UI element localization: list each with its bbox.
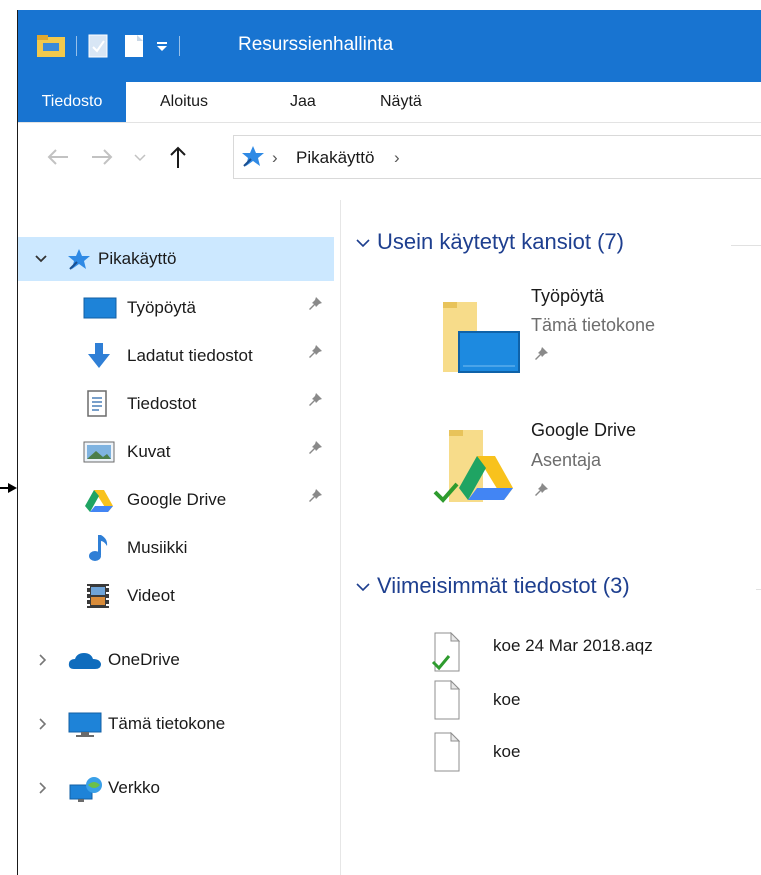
address-bar[interactable]: › Pikakäyttö › [233, 135, 761, 179]
music-icon [89, 535, 108, 561]
group-divider [731, 245, 761, 246]
tab-view[interactable]: Näytä [380, 82, 422, 122]
breadcrumb-separator[interactable]: › [394, 148, 400, 168]
sidebar-item-google-drive[interactable]: Google Drive [18, 478, 334, 522]
group-header-recent-files[interactable]: Viimeisimmät tiedostot (3) [355, 573, 630, 599]
title-bar: Resurssienhallinta [18, 10, 761, 82]
sidebar-item-videos[interactable]: Videot [18, 574, 334, 618]
chevron-down-icon[interactable] [34, 254, 48, 264]
sidebar-item-documents[interactable]: Tiedostot [18, 382, 334, 426]
nav-item-quick-access[interactable]: Pikakäyttö [18, 237, 334, 281]
folder-tile-google-drive[interactable]: Google Drive Asentaja [421, 416, 751, 516]
nav-label: Google Drive [127, 490, 227, 509]
group-divider [756, 589, 761, 590]
customize-toolbar-dropdown-icon[interactable] [155, 39, 169, 53]
file-name: koe [493, 690, 521, 709]
group-header-frequent-folders[interactable]: Usein käytetyt kansiot (7) [355, 229, 624, 255]
top-gap [0, 0, 761, 10]
tab-share[interactable]: Jaa [290, 82, 316, 122]
sidebar-item-desktop[interactable]: Työpöytä [18, 286, 334, 330]
sidebar-item-downloads[interactable]: Ladatut tiedostot [18, 334, 334, 378]
folder-name: Google Drive [531, 420, 637, 440]
nav-label: Kuvat [127, 442, 171, 461]
explorer-window: Resurssienhallinta Tiedosto Aloitus Jaa … [17, 10, 761, 875]
pictures-icon [83, 441, 115, 463]
back-arrow-icon[interactable] [46, 147, 70, 167]
toolbar-separator [179, 36, 180, 56]
pin-icon[interactable] [307, 488, 323, 504]
window-title: Resurssienhallinta [238, 34, 394, 55]
folder-tile-desktop[interactable]: Työpöytä Tämä tietokone [421, 286, 751, 386]
file-name: koe 24 Mar 2018.aqz [493, 636, 653, 655]
desktop-icon [83, 297, 117, 319]
nav-item-onedrive[interactable]: OneDrive [18, 638, 334, 682]
quick-access-toolbar [36, 32, 190, 60]
quick-access-star-icon [68, 249, 90, 270]
nav-label: Ladatut tiedostot [127, 346, 253, 365]
properties-icon[interactable] [87, 33, 109, 59]
nav-label: Videot [127, 586, 175, 605]
documents-icon [87, 390, 107, 417]
google-drive-icon [85, 490, 113, 512]
folder-app-icon [37, 35, 65, 57]
file-icon [434, 680, 461, 720]
chevron-right-icon[interactable] [38, 781, 48, 795]
nav-label: Tämä tietokone [108, 714, 226, 733]
chevron-down-icon[interactable] [355, 237, 371, 249]
chevron-right-icon[interactable] [38, 717, 48, 731]
pin-icon[interactable] [533, 346, 549, 362]
new-folder-icon[interactable] [123, 33, 145, 59]
file-row[interactable]: koe [421, 728, 751, 778]
folder-name: Työpöytä [531, 286, 605, 306]
videos-icon [87, 584, 109, 608]
folder-location: Tämä tietokone [531, 315, 656, 335]
pin-icon[interactable] [307, 440, 323, 456]
toolbar-separator [76, 36, 77, 56]
sidebar-item-pictures[interactable]: Kuvat [18, 430, 334, 474]
tab-file[interactable]: Tiedosto [18, 82, 126, 122]
breadcrumb-pikakaytto[interactable]: Pikakäyttö [296, 148, 374, 168]
this-pc-icon [68, 712, 102, 737]
google-drive-folder-icon [433, 430, 513, 503]
download-icon [88, 343, 110, 368]
pin-icon[interactable] [307, 344, 323, 360]
desktop-folder-icon [443, 302, 520, 373]
nav-label: Tiedostot [127, 394, 197, 413]
group-title: Viimeisimmät tiedostot (3) [377, 573, 630, 598]
quick-access-star-icon [242, 146, 264, 167]
file-icon [431, 632, 461, 672]
nav-item-this-pc[interactable]: Tämä tietokone [18, 702, 334, 746]
recent-locations-chevron-icon[interactable] [134, 153, 146, 163]
chevron-right-icon[interactable] [38, 653, 48, 667]
pin-icon[interactable] [307, 296, 323, 312]
nav-item-network[interactable]: Verkko [18, 766, 334, 810]
file-row[interactable]: koe 24 Mar 2018.aqz [421, 626, 751, 676]
nav-label: Työpöytä [127, 298, 196, 317]
breadcrumb-separator[interactable]: › [272, 148, 278, 168]
pointer-arrow-icon [0, 483, 17, 493]
nav-label: OneDrive [108, 650, 180, 669]
pin-icon[interactable] [533, 482, 549, 498]
nav-label: Musiikki [127, 538, 188, 557]
file-icon [434, 732, 461, 772]
onedrive-icon [68, 653, 101, 669]
up-arrow-icon[interactable] [168, 145, 188, 169]
chevron-down-icon[interactable] [355, 581, 371, 593]
content-area: Usein käytetyt kansiot (7) Työpöytä Tämä… [341, 191, 761, 875]
file-name: koe [493, 742, 521, 761]
network-icon [69, 777, 102, 802]
pin-icon[interactable] [307, 392, 323, 408]
file-row[interactable]: koe [421, 676, 751, 726]
address-row: › Pikakäyttö › [18, 123, 761, 191]
group-title: Usein käytetyt kansiot (7) [377, 229, 624, 254]
nav-label: Verkko [108, 778, 160, 797]
sidebar-item-music[interactable]: Musiikki [18, 526, 334, 570]
folder-location: Asentaja [531, 450, 602, 470]
navigation-pane: Pikakäyttö Työpöytä Ladatut tiedostot Ti… [18, 191, 341, 875]
ribbon-tabs: Tiedosto Aloitus Jaa Näytä [18, 82, 761, 123]
forward-arrow-icon[interactable] [90, 147, 114, 167]
tab-home[interactable]: Aloitus [160, 82, 208, 122]
nav-label: Pikakäyttö [98, 249, 177, 268]
